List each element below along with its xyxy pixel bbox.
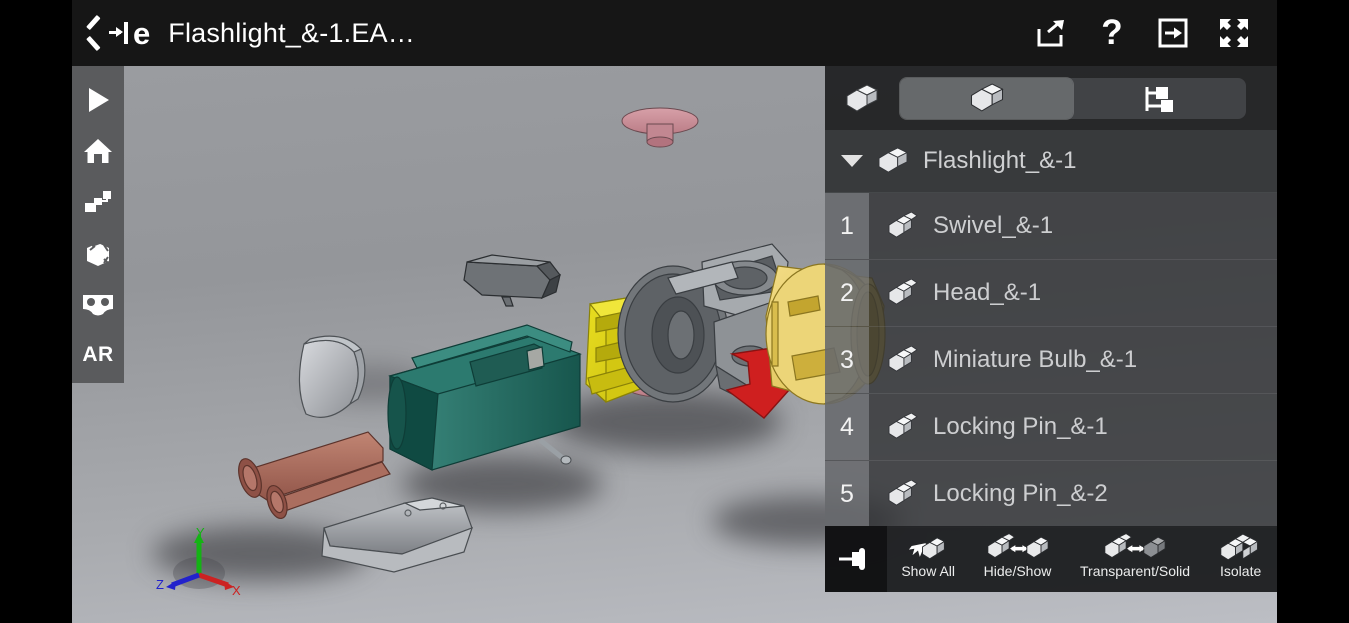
item-label: Head_&-1: [933, 279, 1042, 306]
share-icon[interactable]: [1034, 16, 1068, 50]
item-number: 4: [825, 394, 869, 460]
tab-structure[interactable]: [1073, 78, 1246, 119]
section-button[interactable]: [72, 227, 124, 278]
list-item[interactable]: 5 Locking Pin_&-2: [825, 461, 1277, 528]
list-item[interactable]: 3 Miniature Bulb_&-1: [825, 327, 1277, 394]
item-number: 1: [825, 193, 869, 259]
tree-root-row[interactable]: Flashlight_&-1: [825, 130, 1277, 193]
home-icon: [84, 138, 112, 163]
vr-goggles-icon: [83, 294, 113, 315]
ar-button[interactable]: AR: [72, 329, 124, 380]
tool-label: Transparent/Solid: [1080, 563, 1190, 579]
isolate-icon: [1220, 533, 1259, 561]
tab-components[interactable]: [900, 78, 1073, 119]
item-label: Locking Pin_&-2: [933, 480, 1108, 507]
part-cube-icon: [888, 279, 918, 305]
part-cube-icon: [888, 212, 918, 238]
caret-down-icon[interactable]: [841, 155, 863, 167]
axis-triad: X Y Z: [154, 525, 244, 605]
left-toolbar: AR: [72, 66, 124, 383]
play-button[interactable]: [72, 74, 124, 125]
assembly-cube-icon: [846, 84, 879, 112]
exit-icon[interactable]: [1156, 16, 1190, 50]
tool-label: Hide/Show: [983, 563, 1052, 579]
pin-button[interactable]: [825, 526, 887, 592]
transparent-solid-button[interactable]: Transparent/Solid: [1080, 531, 1190, 579]
fullscreen-icon[interactable]: [1217, 16, 1251, 50]
pin-icon: [839, 548, 865, 570]
ar-text-icon: AR: [82, 342, 114, 366]
play-icon: [89, 87, 109, 112]
explode-icon: [85, 190, 111, 212]
show-all-button[interactable]: Show All: [901, 531, 955, 579]
item-number: 2: [825, 260, 869, 326]
header-actions: ?: [1034, 15, 1251, 50]
page-title: Flashlight_&-1.EA…: [168, 17, 415, 48]
panel-tool-buttons: Show All Hide/Show Transparent/Solid Iso…: [887, 526, 1277, 592]
back-button[interactable]: e: [84, 18, 150, 49]
tool-label: Show All: [901, 563, 956, 579]
arrow-to-bar-icon: [108, 18, 130, 48]
axis-z-label: Z: [156, 577, 164, 592]
app-logo-letter: e: [133, 15, 151, 51]
item-number: 5: [825, 461, 869, 527]
tree-root-label: Flashlight_&-1: [923, 147, 1077, 174]
home-button[interactable]: [72, 125, 124, 176]
hide-show-button[interactable]: Hide/Show: [983, 531, 1052, 579]
list-item[interactable]: 4 Locking Pin_&-1: [825, 394, 1277, 461]
item-label: Swivel_&-1: [933, 212, 1054, 239]
axis-x-label: X: [232, 583, 241, 598]
item-number: 3: [825, 327, 869, 393]
chevron-left-icon: [84, 18, 106, 48]
hide-show-icon: [986, 533, 1049, 559]
list-item[interactable]: 2 Head_&-1: [825, 260, 1277, 327]
assembly-cube-icon: [970, 83, 1004, 112]
cad-viewer-app: e Flashlight_&-1.EA… ? AR X Y Z Flashlig…: [0, 0, 1349, 623]
3d-viewport[interactable]: AR X Y Z Flashlight_&-1 1 Swivel_&-1 2 H…: [72, 66, 1277, 623]
section-box-icon: [87, 241, 109, 266]
app-header: e Flashlight_&-1.EA… ?: [72, 0, 1277, 66]
tool-label: Isolate: [1220, 563, 1262, 579]
tree-hierarchy-icon: [1145, 86, 1173, 112]
isolate-button[interactable]: Isolate: [1219, 531, 1263, 579]
list-item[interactable]: 1 Swivel_&-1: [825, 193, 1277, 260]
item-label: Locking Pin_&-1: [933, 413, 1108, 440]
assembly-cube-icon: [878, 147, 909, 173]
help-icon[interactable]: ?: [1095, 15, 1129, 50]
vr-button[interactable]: [72, 278, 124, 329]
item-label: Miniature Bulb_&-1: [933, 346, 1138, 373]
part-cube-icon: [888, 413, 918, 439]
part-cube-icon: [888, 480, 918, 506]
show-all-icon: [909, 537, 946, 560]
transparent-solid-icon: [1104, 533, 1166, 559]
explode-button[interactable]: [72, 176, 124, 227]
panel-header: [825, 66, 1277, 130]
view-mode-tabs: [900, 78, 1246, 119]
components-panel: Flashlight_&-1 1 Swivel_&-1 2 Head_&-1 3…: [825, 66, 1277, 592]
axis-y-label: Y: [196, 525, 205, 540]
part-cube-icon: [888, 346, 918, 372]
panel-bottom-toolbar: Show All Hide/Show Transparent/Solid Iso…: [825, 526, 1277, 592]
